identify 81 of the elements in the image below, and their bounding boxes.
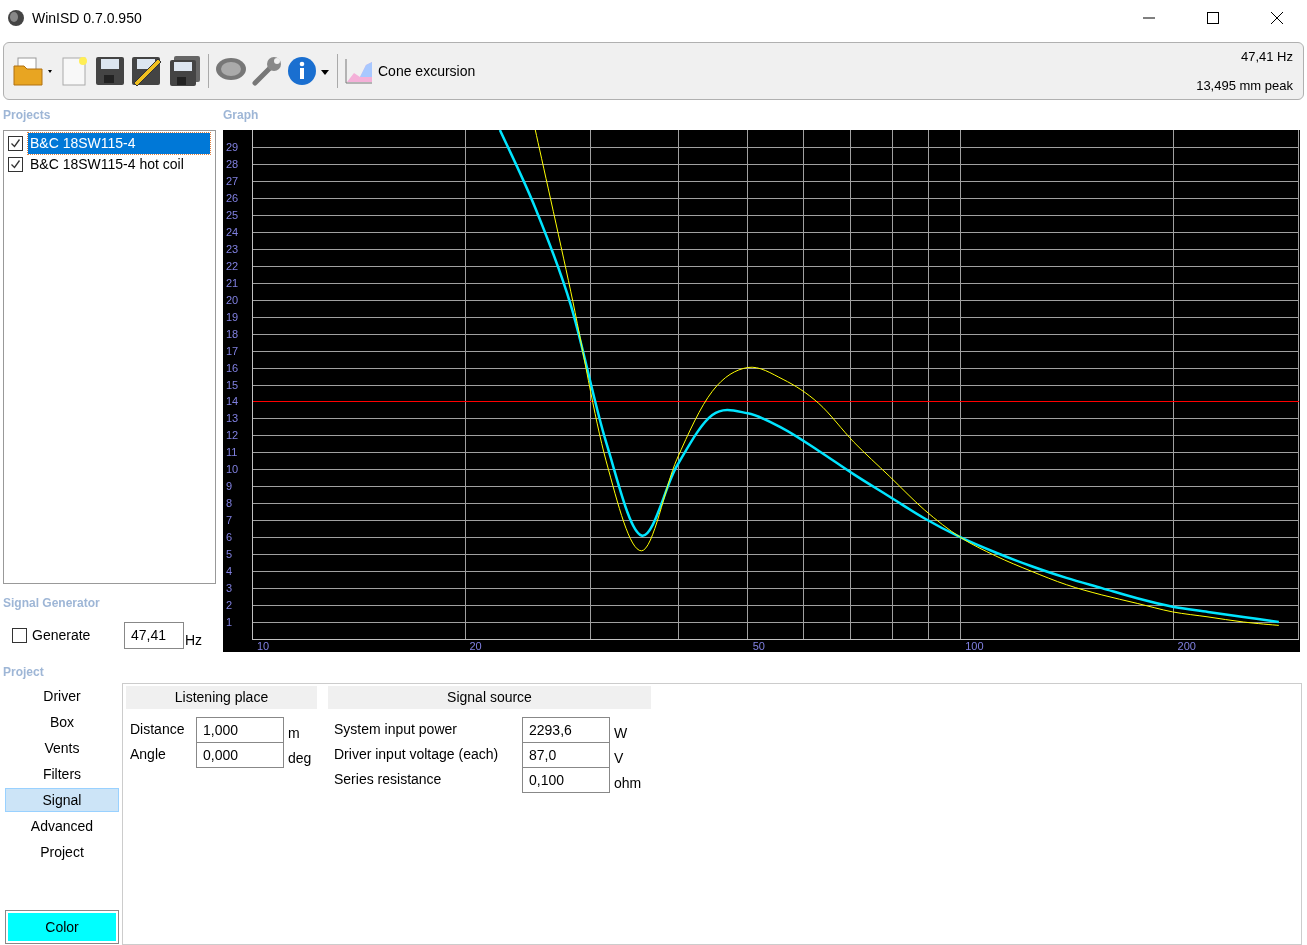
frequency-readout: 47,41 Hz [1240,48,1293,66]
excursion-readout: 13,495 mm peak [1196,76,1293,95]
value-field[interactable]: 2293,6 [522,717,610,743]
unit-label: W [614,724,628,743]
section-label: Graph [223,107,260,124]
driver-list-entry[interactable]: B&C 18SW115-4 hot coil [28,154,186,175]
section-label: Project [2,664,45,679]
nav-item[interactable]: Driver [5,684,119,708]
unit-label: deg [288,749,312,768]
field-label: Angle [130,745,167,764]
graph-selector[interactable]: Cone excursion [344,57,476,85]
x-tick-label: 10 [257,640,270,652]
y-tick-label: 7 [226,514,233,527]
y-tick-label: 18 [226,327,239,340]
value-field[interactable]: 87,0 [522,742,610,768]
y-tick-label: 24 [226,225,239,238]
group-header: Signal source [328,686,651,709]
y-tick-label: 19 [226,310,239,323]
x-tick-label: 200 [1177,640,1196,652]
y-tick-label: 3 [226,582,233,595]
y-tick-label: 2 [226,599,233,612]
driver-list-entry[interactable]: B&C 18SW115-4 [28,133,210,154]
nav-item[interactable]: Box [5,710,119,734]
y-tick-label: 28 [226,157,239,170]
y-tick-label: 5 [226,548,233,561]
y-tick-label: 29 [226,140,239,153]
field-label: Driver input voltage (each) [333,745,500,764]
field-label: Series resistance [333,770,443,789]
group-header: Listening place [126,686,317,709]
wrench-icon[interactable] [251,55,283,87]
field-label: Distance [130,720,186,739]
y-tick-label: 16 [226,361,239,374]
y-tick-label: 9 [226,480,233,493]
maximize-icon[interactable] [1207,12,1219,24]
chart-icon [344,57,374,85]
unit-label: ohm [614,774,642,793]
generate-checkbox[interactable]: Generate [12,625,124,646]
frequency-field[interactable]: 47,41 [124,622,184,649]
y-tick-label: 22 [226,259,239,272]
unit-label: V [614,749,624,768]
y-tick-label: 26 [226,191,239,204]
section-label: Signal Generator [3,595,101,612]
y-tick-label: 6 [226,531,233,544]
project-checkbox[interactable] [8,136,23,151]
value-field[interactable]: 1,000 [196,717,284,743]
y-tick-label: 8 [226,497,233,510]
y-tick-label: 11 [226,446,238,459]
project-checkbox[interactable] [8,157,23,172]
x-tick-label: 100 [965,640,984,652]
unit-label: m [288,724,300,743]
y-tick-label: 12 [226,429,239,442]
field-label: System input power [333,720,458,739]
nav-item[interactable]: Project [5,840,119,864]
nav-item[interactable]: Vents [5,736,119,760]
floppy-disks-icon[interactable] [168,55,202,87]
y-tick-label: 15 [226,378,239,391]
floppy-pencil-icon[interactable] [130,55,164,87]
unit-label: Hz [185,631,203,650]
section-label: Projects [3,107,52,124]
y-tick-label: 1 [226,616,233,629]
y-tick-label: 10 [226,463,239,476]
value-field[interactable]: 0,000 [196,742,284,768]
y-tick-label: 20 [226,293,239,306]
y-tick-label: 21 [226,276,239,289]
x-tick-label: 50 [752,640,765,652]
nav-item[interactable]: Signal [5,788,119,812]
y-tick-label: 23 [226,242,239,255]
close-icon[interactable] [1271,12,1283,24]
window-title: WinISD 0.7.0.950 [32,8,142,28]
y-tick-label: 13 [226,412,239,425]
x-tick-label: 20 [469,640,482,652]
y-tick-label: 17 [226,344,239,357]
value-field[interactable]: 0,100 [522,767,610,793]
nav-item[interactable]: Filters [5,762,119,786]
nav-item[interactable]: Advanced [5,814,119,838]
y-tick-label: 25 [226,208,239,221]
y-tick-label: 27 [226,174,239,187]
y-tick-label: 4 [226,565,233,578]
y-tick-label: 14 [226,395,239,408]
color-button[interactable]: Color [5,910,119,944]
info-icon[interactable] [287,55,331,87]
